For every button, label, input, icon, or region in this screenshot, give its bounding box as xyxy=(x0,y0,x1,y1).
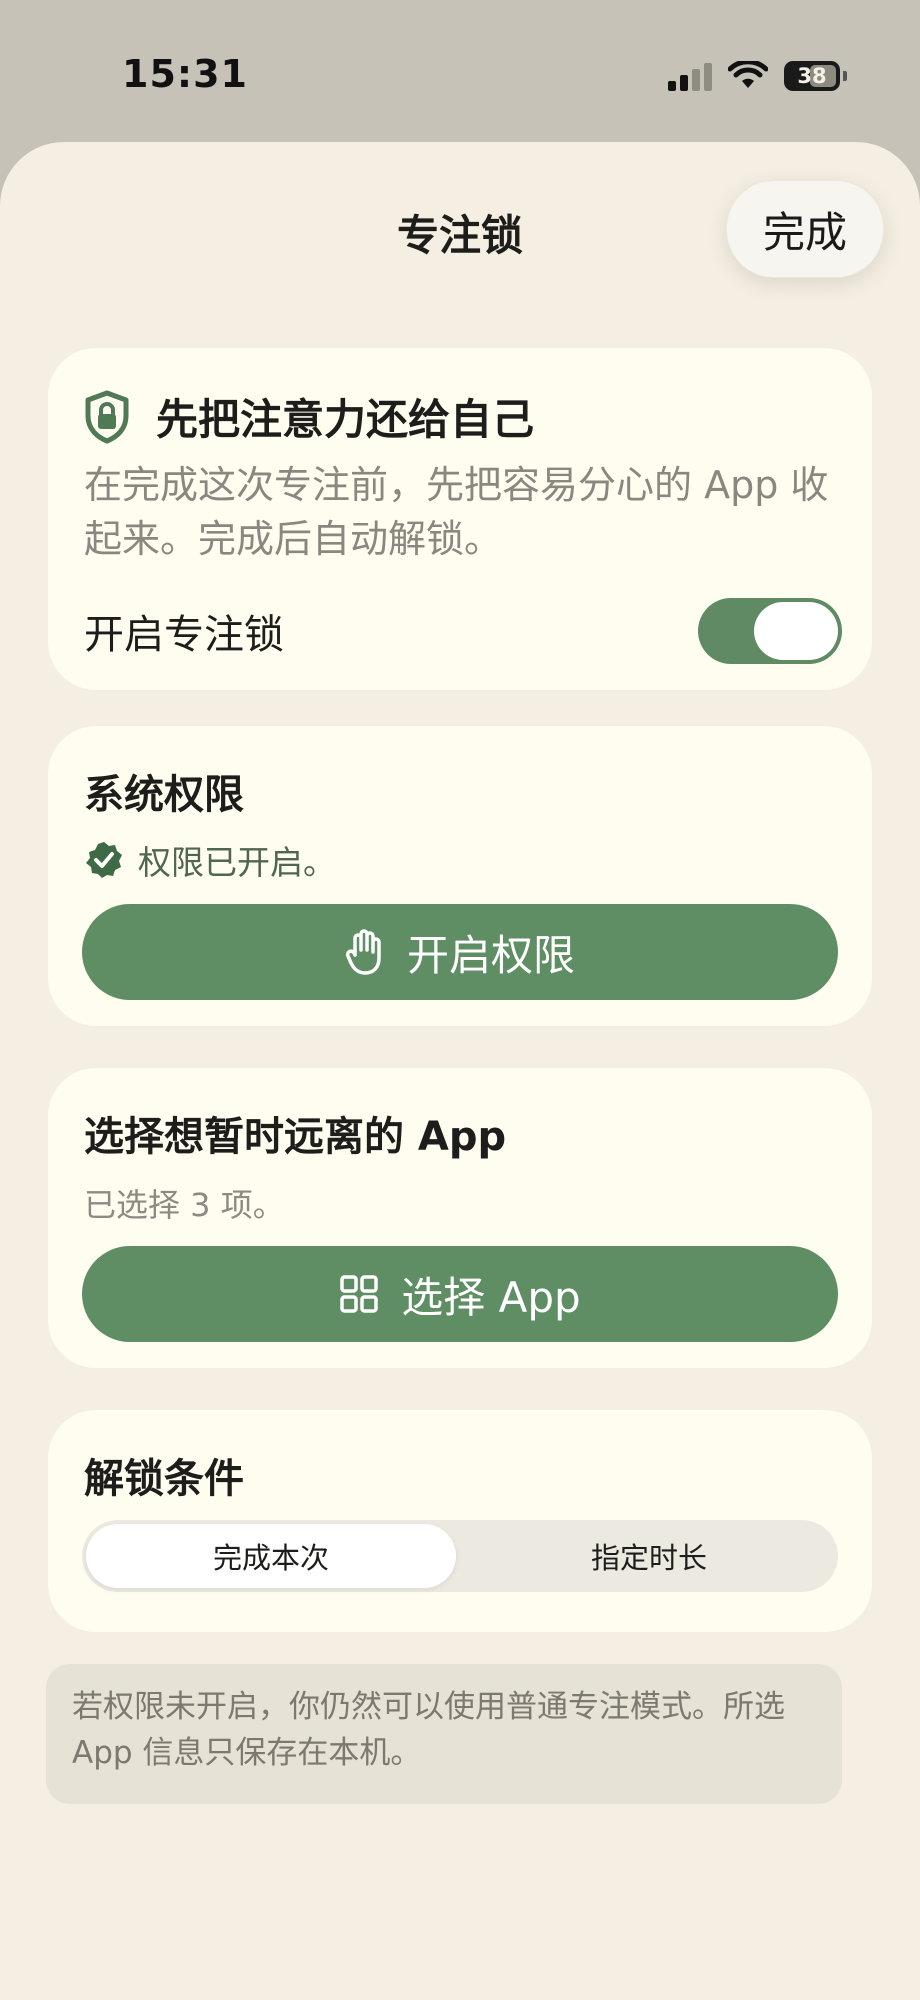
unlock-conditions-card: 解锁条件 完成本次 指定时长 xyxy=(48,1410,872,1632)
unlock-condition-segmented-control: 完成本次 指定时长 xyxy=(82,1520,838,1592)
focus-lock-toggle[interactable] xyxy=(698,598,842,664)
segment-option-set-duration[interactable]: 指定时长 xyxy=(464,1524,834,1588)
enable-permission-label: 开启权限 xyxy=(406,930,575,980)
apps-card: 选择想暂时远离的 App 已选择 3 项。 选择 App xyxy=(48,1068,872,1368)
hand-icon xyxy=(345,929,381,975)
focus-lock-description: 在完成这次专注前，先把容易分心的 App 收起来。完成后自动解锁。 xyxy=(84,463,829,561)
status-icons: 38 xyxy=(668,56,847,96)
focus-lock-sheet: 专注锁 完成 先把注意力还给自己 在完成这次专注前，先把容易分心的 App 收起… xyxy=(0,142,920,2000)
apps-selected-count: 已选择 3 项。 xyxy=(84,1186,285,1224)
select-app-label: 选择 App xyxy=(401,1272,581,1322)
focus-lock-toggle-row: 开启专注锁 xyxy=(84,596,842,666)
segment-option-finish-session[interactable]: 完成本次 xyxy=(86,1524,456,1588)
unlock-conditions-title: 解锁条件 xyxy=(84,1456,244,1502)
select-app-button[interactable]: 选择 App xyxy=(82,1246,838,1342)
permission-status-text: 权限已开启。 xyxy=(138,843,336,882)
battery-level: 38 xyxy=(797,64,827,88)
privacy-note: 若权限未开启，你仍然可以使用普通专注模式。所选 App 信息只保存在本机。 xyxy=(46,1664,842,1804)
cellular-signal-icon xyxy=(668,61,712,91)
wifi-icon xyxy=(728,61,768,88)
grid-apps-icon xyxy=(340,1275,379,1313)
toggle-knob xyxy=(754,602,838,660)
permission-title: 系统权限 xyxy=(84,772,244,818)
focus-lock-header: 先把注意力还给自己 xyxy=(84,386,534,447)
focus-lock-card: 先把注意力还给自己 在完成这次专注前，先把容易分心的 App 收起来。完成后自动… xyxy=(48,348,872,690)
battery-icon: 38 xyxy=(784,61,847,91)
status-time: 15:31 xyxy=(122,52,248,96)
permission-card: 系统权限 权限已开启。 开启权限 xyxy=(48,726,872,1026)
done-button[interactable]: 完成 xyxy=(726,180,884,278)
shield-lock-icon xyxy=(85,390,129,443)
status-bar: 15:31 38 xyxy=(0,0,920,140)
apps-title: 选择想暂时远离的 App xyxy=(84,1114,507,1160)
enable-permission-button[interactable]: 开启权限 xyxy=(82,904,838,1000)
focus-lock-toggle-label: 开启专注锁 xyxy=(84,612,284,658)
focus-lock-title: 先把注意力还给自己 xyxy=(156,395,535,444)
verified-check-icon xyxy=(86,842,122,878)
permission-status: 权限已开启。 xyxy=(84,836,336,884)
